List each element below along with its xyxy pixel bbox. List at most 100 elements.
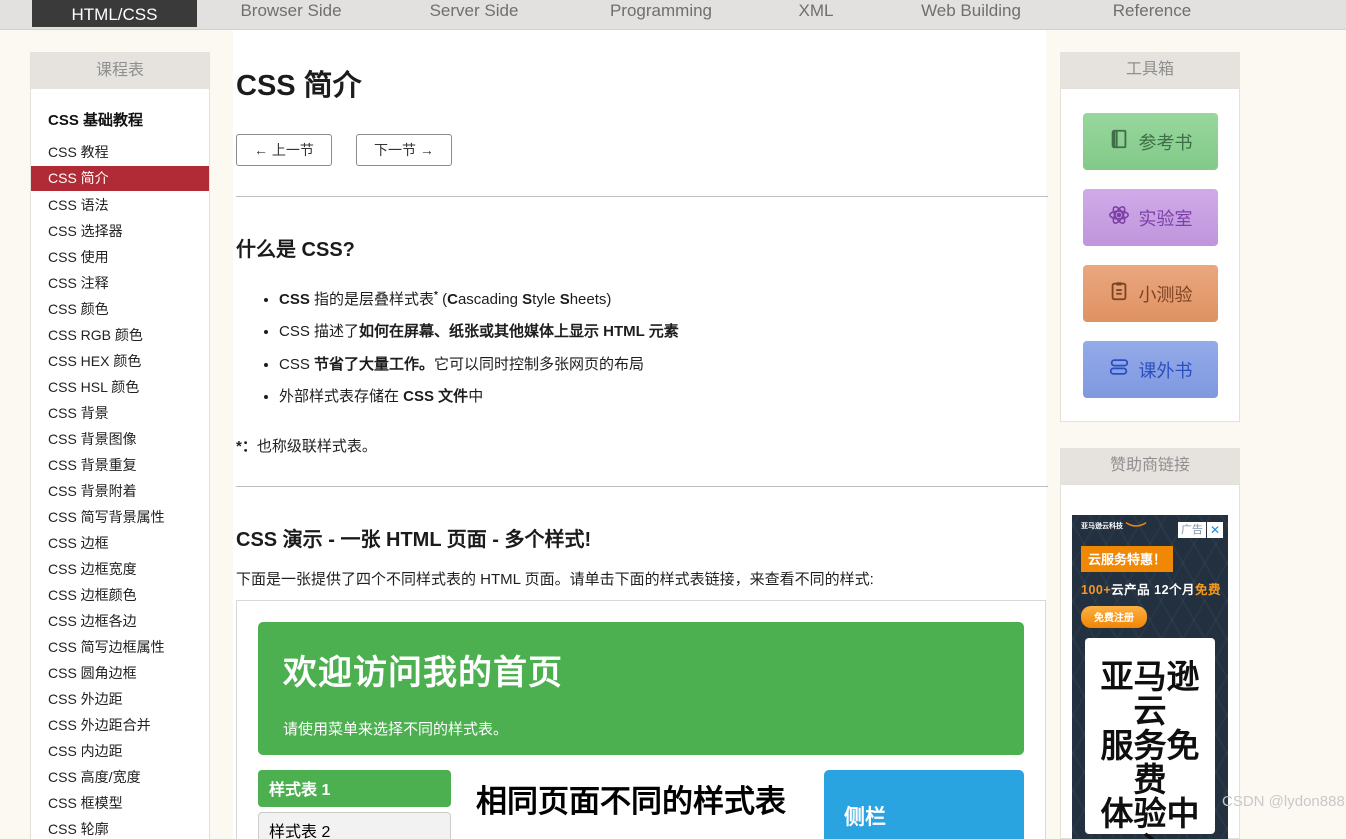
sidebar-item-css-border-shorthand[interactable]: CSS 简写边框属性	[31, 634, 209, 660]
course-section-css-basics[interactable]: CSS 基础教程	[31, 99, 209, 139]
bold-text: 如何在屏幕、纸张或其他媒体上显示 HTML 元素	[359, 323, 679, 340]
extracurricular-books-button[interactable]: 课外书	[1083, 341, 1218, 398]
sidebar-item-css-howto[interactable]: CSS 使用	[31, 244, 209, 270]
sponsor-links-title: 赞助商链接	[1060, 448, 1240, 484]
sidebar-item-css-tutorial[interactable]: CSS 教程	[31, 139, 209, 165]
sidebar-item-css-outline[interactable]: CSS 轮廓	[31, 816, 209, 839]
demo-sidebar-panel: 侧栏 侧边栏其实就是一种比较经典的网站导航设计，它的形式通常为竖向的一列，展示在…	[824, 770, 1024, 839]
bold-text: CSS 文件	[403, 388, 468, 405]
nav-tab-web-building[interactable]: Web Building	[910, 0, 1032, 26]
sidebar-item-css-selectors[interactable]: CSS 选择器	[31, 218, 209, 244]
csdn-watermark: CSDN @lydon888	[1222, 793, 1345, 810]
ad-close-icon[interactable]: ✕	[1207, 522, 1223, 538]
sidebar-item-css-border-sides[interactable]: CSS 边框各边	[31, 608, 209, 634]
text: CSS	[279, 356, 314, 373]
page-title: CSS 简介	[236, 62, 1046, 104]
text: 中	[468, 388, 483, 405]
demo-article-heading: 相同页面不同的样式表	[476, 776, 799, 821]
laboratory-button[interactable]: 实验室	[1083, 189, 1218, 246]
nav-tab-html-css[interactable]: HTML/CSS	[32, 0, 197, 27]
sidebar-item-css-border-width[interactable]: CSS 边框宽度	[31, 556, 209, 582]
main-content: CSS 简介 ← 上一节 下一节 → 什么是 CSS? CSS 指的是层叠样式表…	[233, 30, 1046, 839]
demo-body: 样式表 1 样式表 2 样式表 3 样式表 4 无样式表 相同页面不同的样式表 …	[258, 770, 1024, 839]
text: (	[438, 291, 447, 308]
bold-text: CSS	[279, 291, 310, 308]
sidebar-item-css-bg-repeat[interactable]: CSS 背景重复	[31, 452, 209, 478]
sidebar-item-css-padding[interactable]: CSS 内边距	[31, 738, 209, 764]
text: CSS 描述了	[279, 323, 359, 340]
ad-headline-card: 亚马逊云 服务免费 体验中心 亚马逊云科技	[1085, 638, 1215, 834]
ad-promo-badge: 云服务特惠！	[1081, 546, 1173, 572]
demo-article: 相同页面不同的样式表 这是不同样式表如何更改HTML页面布局的演示。您可以通过在…	[476, 770, 799, 839]
right-sidebar: 工具箱 参考书 实验室 小测验 课外书 赞助商链接 亚马逊云科技	[1060, 52, 1240, 839]
sidebar-item-css-bg-image[interactable]: CSS 背景图像	[31, 426, 209, 452]
books-icon	[1108, 356, 1130, 383]
sidebar-item-css-margin[interactable]: CSS 外边距	[31, 686, 209, 712]
stylesheet-1-button[interactable]: 样式表 1	[258, 770, 451, 807]
sidebar-item-css-bg-attachment[interactable]: CSS 背景附着	[31, 478, 209, 504]
amazon-cloud-logo: 亚马逊云科技	[1081, 522, 1147, 531]
bold-text: 节省了大量工作。	[314, 356, 434, 373]
what-is-css-heading: 什么是 CSS?	[236, 233, 1046, 262]
course-sidebar-title: 课程表	[31, 53, 209, 89]
ad-controls: 广告 ✕	[1178, 522, 1223, 538]
nav-tab-server-side[interactable]: Server Side	[416, 0, 532, 26]
sidebar-item-css-hsl[interactable]: CSS HSL 颜色	[31, 374, 209, 400]
sidebar-item-css-syntax[interactable]: CSS 语法	[31, 192, 209, 218]
sidebar-item-css-border-color[interactable]: CSS 边框颜色	[31, 582, 209, 608]
nav-tab-xml[interactable]: XML	[786, 0, 846, 26]
amazon-smile-icon	[1125, 522, 1147, 528]
sidebar-item-css-rounded-border[interactable]: CSS 圆角边框	[31, 660, 209, 686]
clipboard-icon	[1108, 280, 1130, 307]
amazon-cloud-ad[interactable]: 亚马逊云科技 广告 ✕ 云服务特惠！ 100+云产品 12个月免费 免费注册 亚…	[1072, 515, 1228, 839]
sidebar-item-css-rgb[interactable]: CSS RGB 颜色	[31, 322, 209, 348]
list-item: CSS 节省了大量工作。它可以同时控制多张网页的布局	[279, 353, 1046, 376]
tool-button-label: 小测验	[1139, 281, 1193, 307]
ad-logo-text: 亚马逊云科技	[1081, 523, 1123, 530]
stylesheet-2-button[interactable]: 样式表 2	[258, 812, 451, 839]
divider	[236, 196, 1048, 197]
ad-headline-line3: 体验中心	[1085, 797, 1215, 839]
text: tyle	[532, 291, 560, 308]
list-item: CSS 描述了如何在屏幕、纸张或其他媒体上显示 HTML 元素	[279, 320, 1046, 343]
bold-text: C	[447, 291, 458, 308]
toolbox-panel: 参考书 实验室 小测验 课外书	[1060, 88, 1240, 422]
quiz-button[interactable]: 小测验	[1083, 265, 1218, 322]
course-sidebar: 课程表 CSS 基础教程 CSS 教程 CSS 简介 CSS 语法 CSS 选择…	[30, 52, 210, 839]
css-facts-list: CSS 指的是层叠样式表* (Cascading Style Sheets) C…	[236, 288, 1046, 408]
demo-iframe: 欢迎访问我的首页 请使用菜单来选择不同的样式表。 样式表 1 样式表 2 样式表…	[236, 600, 1046, 839]
demo-banner: 欢迎访问我的首页 请使用菜单来选择不同的样式表。	[258, 622, 1024, 755]
top-navigation: HTML/CSS Browser Side Server Side Progra…	[0, 0, 1346, 30]
sidebar-item-css-background[interactable]: CSS 背景	[31, 400, 209, 426]
nav-tab-programming[interactable]: Programming	[600, 0, 722, 26]
sidebar-item-css-border[interactable]: CSS 边框	[31, 530, 209, 556]
css-demo-heading: CSS 演示 - 一张 HTML 页面 - 多个样式!	[236, 523, 1046, 552]
text: 它可以同时控制多张网页的布局	[434, 356, 644, 373]
offer-free-text: 免费	[1195, 583, 1221, 597]
nav-tab-reference[interactable]: Reference	[1102, 0, 1202, 26]
sidebar-item-css-comments[interactable]: CSS 注释	[31, 270, 209, 296]
toolbox-title: 工具箱	[1060, 52, 1240, 88]
nav-tab-browser-side[interactable]: Browser Side	[231, 0, 351, 26]
offer-text: 云产品 12个月	[1111, 583, 1195, 597]
prev-lesson-button[interactable]: ← 上一节	[236, 134, 332, 166]
demo-banner-title: 欢迎访问我的首页	[283, 645, 999, 694]
ad-headline-line2: 服务免费	[1085, 729, 1215, 798]
demo-sidebar-heading: 侧栏	[844, 801, 1004, 831]
sidebar-item-css-height-width[interactable]: CSS 高度/宽度	[31, 764, 209, 790]
sidebar-item-css-colors[interactable]: CSS 颜色	[31, 296, 209, 322]
bold-text: S	[522, 291, 532, 308]
next-lesson-button[interactable]: 下一节 →	[356, 134, 452, 166]
lesson-pager: ← 上一节 下一节 →	[236, 134, 1046, 166]
atom-icon	[1108, 204, 1130, 231]
sidebar-item-css-hex[interactable]: CSS HEX 颜色	[31, 348, 209, 374]
sidebar-item-css-bg-shorthand[interactable]: CSS 简写背景属性	[31, 504, 209, 530]
reference-book-button[interactable]: 参考书	[1083, 113, 1218, 170]
course-list: CSS 基础教程 CSS 教程 CSS 简介 CSS 语法 CSS 选择器 CS…	[31, 89, 209, 839]
demo-stylesheet-menu: 样式表 1 样式表 2 样式表 3 样式表 4 无样式表	[258, 770, 451, 839]
sidebar-item-css-intro-active[interactable]: CSS 简介	[31, 166, 209, 191]
ad-register-button[interactable]: 免费注册	[1081, 606, 1147, 628]
sidebar-item-css-box-model[interactable]: CSS 框模型	[31, 790, 209, 816]
text: ascading	[458, 291, 522, 308]
sidebar-item-css-margin-collapse[interactable]: CSS 外边距合并	[31, 712, 209, 738]
